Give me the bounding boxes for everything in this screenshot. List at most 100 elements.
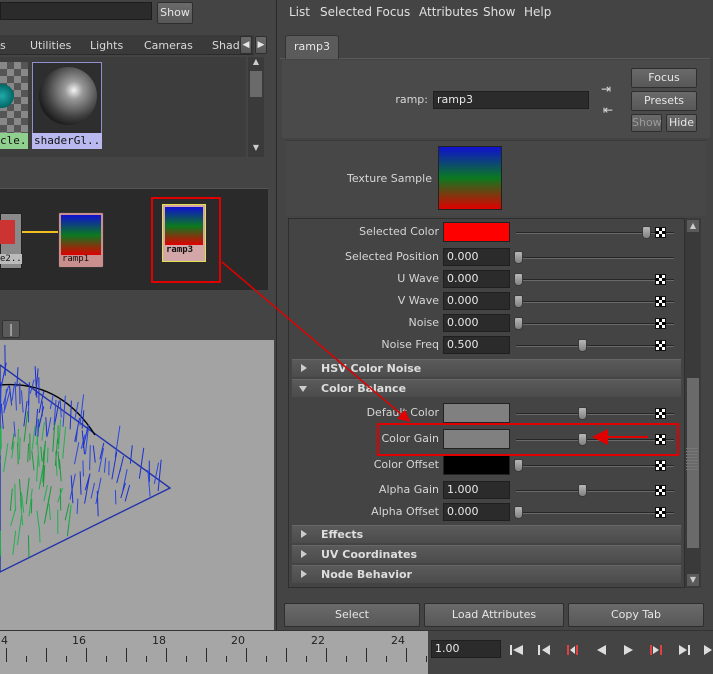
- section-effects[interactable]: Effects: [292, 525, 681, 543]
- tab-lights[interactable]: Lights: [90, 39, 123, 52]
- color-swatch[interactable]: [443, 403, 510, 423]
- attribute-value-field[interactable]: 1.000: [443, 481, 510, 499]
- map-texture-icon[interactable]: [655, 274, 666, 285]
- scroll-up-icon[interactable]: ▲: [687, 220, 699, 232]
- menu-show[interactable]: Show: [483, 5, 515, 19]
- attribute-scrollbar[interactable]: ▲ ▼: [685, 218, 701, 588]
- tab-ramp3[interactable]: ramp3: [285, 35, 339, 59]
- hypershade-search-field[interactable]: [0, 2, 152, 20]
- map-texture-icon[interactable]: [655, 485, 666, 496]
- color-swatch[interactable]: [443, 222, 510, 242]
- hypershade-show-button[interactable]: Show: [157, 2, 193, 24]
- output-connection-icon[interactable]: ⇤: [603, 103, 619, 117]
- attribute-value-field[interactable]: 0.000: [443, 248, 510, 266]
- map-texture-icon[interactable]: [655, 318, 666, 329]
- step-forward-frame-icon[interactable]: [650, 644, 662, 656]
- slider-track[interactable]: [516, 323, 674, 325]
- map-texture-icon[interactable]: [655, 227, 666, 238]
- step-back-frame-icon[interactable]: [566, 644, 578, 656]
- tab-cameras[interactable]: Cameras: [144, 39, 193, 52]
- attribute-label: Noise: [408, 316, 439, 329]
- slider-thumb[interactable]: [642, 226, 651, 239]
- section-color-balance-label: Color Balance: [321, 382, 407, 395]
- slider-track[interactable]: [516, 413, 674, 415]
- select-button[interactable]: Select: [284, 603, 420, 627]
- slider-track[interactable]: [516, 345, 674, 347]
- play-forward-icon[interactable]: [622, 644, 634, 656]
- timeline-tick: [126, 648, 127, 662]
- copy-tab-button[interactable]: Copy Tab: [568, 603, 704, 627]
- attribute-value-field[interactable]: 0.000: [443, 503, 510, 521]
- section-uv-coordinates[interactable]: UV Coordinates: [292, 545, 681, 563]
- menu-attributes[interactable]: Attributes: [419, 5, 478, 19]
- go-to-end-icon[interactable]: [704, 644, 713, 656]
- color-swatch[interactable]: [443, 455, 510, 475]
- timeline-tick: [226, 656, 227, 662]
- scroll-down-icon[interactable]: ▼: [687, 574, 699, 586]
- slider-track[interactable]: [516, 301, 674, 303]
- swatch-checker-shader[interactable]: [0, 62, 28, 136]
- current-frame-field[interactable]: 1.00: [431, 640, 501, 658]
- menu-focus[interactable]: Focus: [376, 5, 410, 19]
- menu-list[interactable]: List: [289, 5, 310, 19]
- slider-track[interactable]: [516, 465, 674, 467]
- attribute-label: U Wave: [397, 272, 439, 285]
- show-button[interactable]: Show: [631, 114, 662, 132]
- tab-scroll-left-button[interactable]: ◀: [240, 36, 252, 54]
- viewport-3d[interactable]: [0, 340, 274, 630]
- attribute-value-field[interactable]: 0.000: [443, 270, 510, 288]
- go-to-start-icon[interactable]: [510, 644, 523, 656]
- slider-track[interactable]: [516, 257, 674, 259]
- section-node-behavior[interactable]: Node Behavior: [292, 565, 681, 583]
- tab-shaders-partial[interactable]: s: [0, 39, 6, 52]
- section-hsv-color-noise[interactable]: HSV Color Noise: [292, 359, 681, 377]
- attribute-value-field[interactable]: 0.000: [443, 292, 510, 310]
- time-slider[interactable]: [0, 630, 428, 674]
- share-icon[interactable]: ❘: [2, 320, 20, 338]
- map-texture-icon[interactable]: [655, 408, 666, 419]
- node-graph[interactable]: [0, 188, 268, 290]
- step-forward-key-icon[interactable]: [678, 644, 690, 656]
- attribute-value-field[interactable]: 0.500: [443, 336, 510, 354]
- viewport-toolbar: [0, 316, 274, 340]
- play-backward-icon[interactable]: [595, 644, 607, 656]
- menu-selected[interactable]: Selected: [320, 5, 372, 19]
- slider-thumb[interactable]: [514, 459, 523, 472]
- slider-track[interactable]: [516, 279, 674, 281]
- section-color-balance[interactable]: Color Balance: [292, 379, 681, 397]
- hide-button[interactable]: Hide: [666, 114, 697, 132]
- swatch-scrollbar[interactable]: ▲ ▼: [248, 57, 264, 157]
- map-texture-icon[interactable]: [655, 340, 666, 351]
- slider-track[interactable]: [516, 512, 674, 514]
- menu-help[interactable]: Help: [524, 5, 551, 19]
- input-connection-icon[interactable]: ⇥: [601, 82, 617, 96]
- slider-track[interactable]: [516, 490, 674, 492]
- load-attributes-button[interactable]: Load Attributes: [424, 603, 564, 627]
- map-texture-icon[interactable]: [655, 460, 666, 471]
- map-texture-icon[interactable]: [655, 507, 666, 518]
- timeline-tick-label: 22: [311, 634, 325, 647]
- step-back-key-icon[interactable]: [538, 644, 550, 656]
- map-texture-icon[interactable]: [655, 296, 666, 307]
- node-name-field[interactable]: ramp3: [433, 91, 589, 109]
- resize-grip-icon[interactable]: [686, 448, 698, 470]
- slider-thumb[interactable]: [578, 339, 587, 352]
- slider-thumb[interactable]: [578, 407, 587, 420]
- ramp3-highlight-box: [151, 197, 221, 283]
- slider-thumb[interactable]: [514, 295, 523, 308]
- editor-tab-bar: [280, 58, 710, 59]
- tab-utilities[interactable]: Utilities: [30, 39, 71, 52]
- slider-thumb[interactable]: [514, 251, 523, 264]
- attribute-label: Selected Color: [359, 225, 439, 238]
- tab-scroll-right-button[interactable]: ▶: [255, 36, 267, 54]
- section-node-behavior-label: Node Behavior: [321, 568, 412, 581]
- slider-thumb[interactable]: [578, 484, 587, 497]
- slider-thumb[interactable]: [514, 273, 523, 286]
- attribute-value-field[interactable]: 0.000: [443, 314, 510, 332]
- focus-button[interactable]: Focus: [631, 68, 697, 88]
- presets-button[interactable]: Presets: [631, 91, 697, 111]
- slider-thumb[interactable]: [514, 506, 523, 519]
- slider-thumb[interactable]: [514, 317, 523, 330]
- tab-shad-partial[interactable]: Shad: [212, 39, 240, 52]
- swatch-shader-glow[interactable]: [32, 62, 102, 136]
